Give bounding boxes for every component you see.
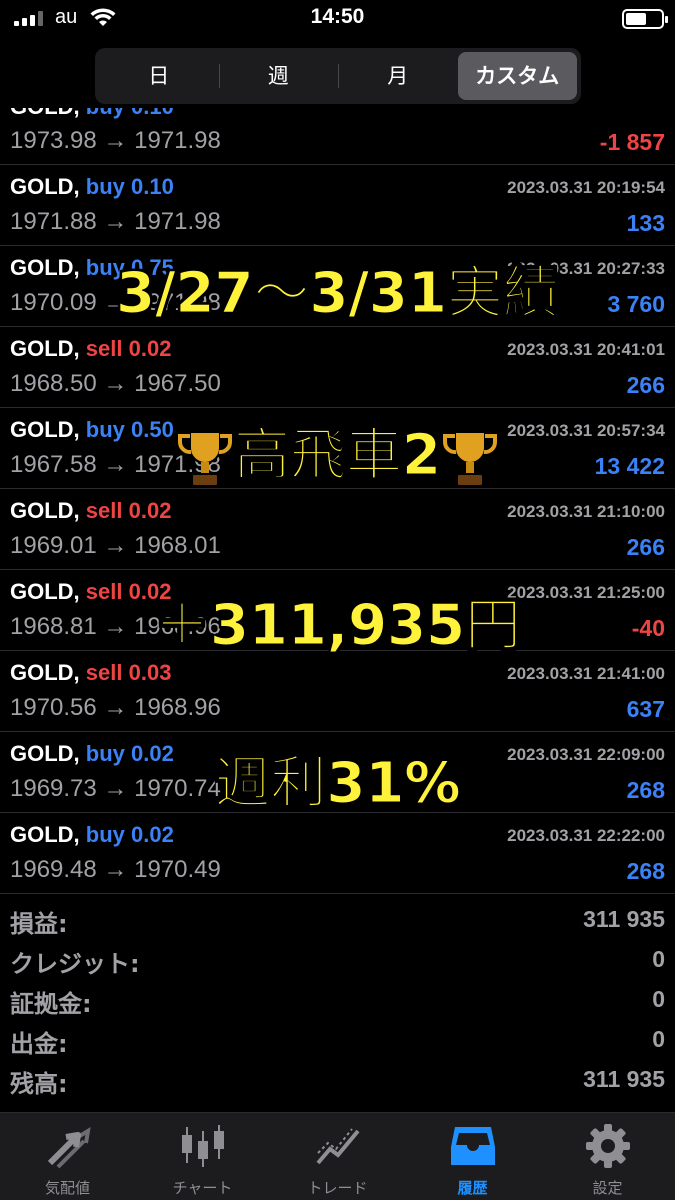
symbol-name: GOLD, [10,498,80,523]
summary-row: 損益: 311 935 [0,898,675,938]
tab-label: チャート [172,1179,233,1197]
trophy-icon [178,430,233,487]
segment-day[interactable]: 日 [99,52,219,100]
overlay-name: 高飛車2 [234,423,442,489]
gear-icon [585,1124,630,1168]
inbox-tray-icon [450,1127,495,1165]
symbol-name: GOLD, [10,108,80,119]
trade-prices: 1969.01 → 1968.01 [10,532,221,559]
trade-symbol: GOLD, buy 0.10 [10,174,174,200]
trade-profit: 637 [626,696,665,722]
summary-value: 0 [652,1026,665,1052]
overlay-profit: ＋311,935円 [153,593,522,659]
trade-profit: 266 [626,372,665,398]
trade-volume: 0.02 [131,822,174,847]
trade-prices: 1970.56 → 1968.96 [10,694,221,721]
trade-date: 2023.03.31 20:19:54 [507,178,665,197]
summary-row: 出金: 0 [0,1018,675,1058]
trade-row[interactable]: GOLD, sell 0.02 2023.03.31 20:41:01 1968.5… [0,327,675,408]
summary-row: 証拠金: 0 [0,978,675,1018]
summary-row: クレジット: 0 [0,938,675,978]
symbol-name: GOLD, [10,660,80,685]
symbol-name: GOLD, [10,336,80,361]
overlay-name-line: 高飛車2 [0,410,675,491]
trade-volume: 0.02 [128,336,172,361]
trade-symbol: GOLD, buy 0.02 [10,822,174,848]
segment-month[interactable]: 月 [338,52,458,100]
trade-symbol: GOLD, sell 0.02 [10,336,171,362]
trade-volume: 0.03 [128,660,172,685]
trade-date: 2023.03.31 21:41:00 [507,664,665,683]
trade-row[interactable]: GOLD, sell 0.02 2023.03.31 21:10:00 1969.0… [0,489,675,570]
summary-value: 0 [652,946,665,972]
trade-prices: 1973.98 → 1971.98 [10,127,221,154]
trade-profit: -1 857 [599,129,665,155]
summary-label: 残高: [10,1070,68,1098]
tab-history[interactable]: 履歴 [405,1113,540,1200]
trade-side: sell [85,498,123,523]
symbol-name: GOLD, [10,822,80,847]
tab-label: 履歴 [457,1179,488,1197]
tab-quotes[interactable]: 気配値 [0,1113,135,1200]
segment-custom[interactable]: カスタム [457,52,577,100]
trade-symbol: GOLD, buy 0.10 [10,108,174,120]
trade-date: 2023.03.31 22:22:00 [507,826,665,845]
trade-row[interactable]: GOLD, sell 0.03 2023.03.31 21:41:00 1970.5… [0,651,675,732]
trade-prices: 1969.48 → 1970.49 [10,856,221,883]
candlestick-icon [181,1125,224,1167]
tab-trade[interactable]: トレード [270,1113,405,1200]
status-bar: au 14:50 [0,0,675,40]
trade-side: buy [86,108,125,119]
trade-volume: 0.10 [131,108,174,119]
summary-value: 311 935 [583,1066,665,1092]
trophy-icon [442,430,497,487]
symbol-name: GOLD, [10,174,80,199]
overlay-period-title: 3/27〜3/31実績 [116,261,560,327]
summary-label: 出金: [10,1030,68,1058]
trade-row[interactable]: GOLD, buy 0.10 2023.03.31 20:19:54 1971.88… [0,165,675,246]
tab-label: トレード [307,1179,368,1197]
battery-icon [622,9,668,29]
trade-side: buy [85,822,125,847]
summary-label: 証拠金: [10,990,92,1018]
trade-date: 2023.03.31 21:10:00 [507,502,665,521]
summary-label: クレジット: [10,950,140,978]
trade-volume: 0.02 [128,498,172,523]
summary-value: 311 935 [583,906,665,932]
segment-week[interactable]: 週 [218,52,339,100]
trade-symbol: GOLD, sell 0.02 [10,498,171,524]
trade-profit: 266 [626,534,665,560]
account-summary: 損益: 311 935 クレジット: 0 証拠金: 0 出金: 0 残高: 311 935 [0,898,675,1098]
trade-prices: 1971.88 → 1971.98 [10,208,221,235]
tab-chart[interactable]: チャート [135,1113,270,1200]
tab-settings[interactable]: 設定 [540,1113,675,1200]
tab-label: 設定 [592,1179,623,1197]
overlay-weekly-rate: 週利31% [214,751,461,817]
trade-prices: 1968.50 → 1967.50 [10,370,221,397]
trade-row[interactable]: GOLD, buy 0.02 2023.03.31 22:22:00 1969.48… [0,813,675,894]
summary-value: 0 [652,986,665,1012]
bottom-tab-bar: 気配値 チャート トレード 履歴 設定 [0,1112,675,1200]
trade-profit: 133 [626,210,665,236]
trade-date: 2023.03.31 20:41:01 [507,340,665,359]
summary-label: 損益: [10,910,68,938]
trade-side: sell [85,336,123,361]
summary-row: 残高: 311 935 [0,1058,675,1098]
clock: 14:50 [310,5,365,28]
period-segmented-control: 日 週 月 カスタム [95,48,581,104]
trade-symbol: GOLD, sell 0.03 [10,660,171,686]
trade-line-icon [315,1128,360,1165]
trade-row[interactable]: GOLD, buy 0.10 1973.98 → 1971.98 -1 857 [0,108,675,165]
trade-profit: 268 [626,858,665,884]
trade-side: sell [85,660,123,685]
tab-label: 気配値 [44,1179,90,1197]
quotes-arrows-icon [47,1127,91,1169]
trade-side: buy [85,174,125,199]
trade-volume: 0.10 [131,174,174,199]
